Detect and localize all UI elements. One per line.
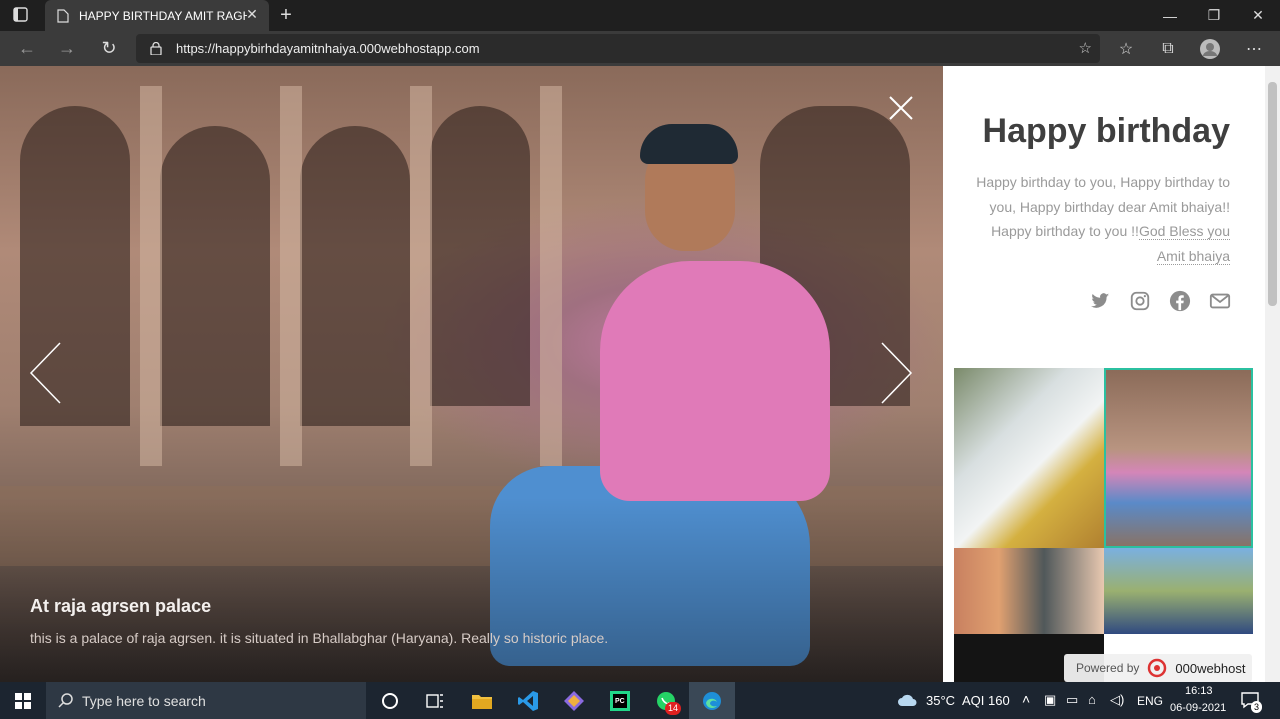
tray-overflow-icon[interactable]: ˄ (1022, 691, 1030, 707)
refresh-icon[interactable]: ↻ (94, 31, 124, 66)
clock-time[interactable]: 16:13 (1185, 685, 1213, 697)
profile-avatar[interactable] (1196, 35, 1224, 63)
search-icon (58, 693, 73, 708)
slide-description: this is a palace of raja agrsen. it is s… (30, 630, 609, 646)
tab-close-icon[interactable]: ✕ (245, 7, 259, 21)
clock-date[interactable]: 06-09-2021 (1170, 702, 1226, 714)
next-slide-icon[interactable] (878, 341, 914, 405)
previous-slide-icon[interactable] (28, 341, 64, 405)
whatsapp-badge: 14 (665, 702, 682, 715)
task-view-icon[interactable] (412, 682, 458, 719)
maximize-icon[interactable]: ❐ (1192, 0, 1236, 31)
address-bar-row: ← → ↻ https://happybirhdayamitnhaiya.000… (0, 31, 1280, 66)
favorites-icon[interactable]: ☆ (1112, 35, 1140, 63)
whatsapp-icon[interactable]: 14 (643, 682, 689, 719)
slide-title: At raja agrsen palace (30, 596, 212, 616)
social-links (1089, 290, 1231, 312)
thumbnail-2[interactable] (1104, 368, 1253, 548)
facebook-icon[interactable] (1169, 290, 1191, 312)
collections-icon[interactable]: ⧉ (1154, 35, 1182, 63)
weather-cloud-icon[interactable] (897, 692, 919, 708)
sidebar-link[interactable]: God Bless you Amit bhaiya (1138, 223, 1230, 265)
scrollbar-thumb[interactable] (1268, 82, 1277, 306)
window-close-icon[interactable]: ✕ (1236, 0, 1280, 31)
back-icon[interactable]: ← (12, 31, 42, 66)
svg-text:PC: PC (615, 698, 625, 705)
tray-app-icon[interactable]: ▣ (1044, 692, 1056, 708)
weather-aqi[interactable]: AQI 160 (962, 693, 1010, 708)
search-placeholder: Type here to search (82, 692, 206, 709)
battery-icon[interactable]: ▭ (1066, 692, 1078, 708)
network-icon[interactable]: ⌂ (1088, 692, 1096, 707)
weather-temp[interactable]: 35°C (926, 693, 955, 708)
email-icon[interactable] (1209, 290, 1231, 312)
windows-taskbar: Type here to search PC 14 35°C AQI 160 ˄… (0, 682, 1280, 719)
sidebar: Happy birthday Happy birthday to you, Ha… (943, 66, 1265, 682)
volume-icon[interactable]: ◁) (1110, 692, 1124, 708)
thumbnail-4[interactable] (1104, 548, 1253, 634)
taskbar-search[interactable]: Type here to search (46, 682, 366, 719)
powered-by-badge[interactable]: Powered by 000webhost (1064, 654, 1252, 682)
edge-browser-icon[interactable] (689, 682, 735, 719)
forward-icon[interactable]: → (52, 31, 82, 66)
new-tab-icon[interactable]: + (276, 4, 296, 26)
powered-by-label: Powered by (1076, 661, 1140, 675)
page-scrollbar[interactable] (1265, 66, 1280, 682)
vscode-icon[interactable] (505, 682, 551, 719)
sidebar-text: Happy birthday to you, Happy birthday to… (960, 170, 1230, 268)
instagram-icon[interactable] (1129, 290, 1151, 312)
pycharm-icon[interactable]: PC (597, 682, 643, 719)
page-icon (57, 8, 69, 23)
git-kraken-icon[interactable] (551, 682, 597, 719)
lock-icon (150, 42, 162, 55)
browser-tab[interactable]: HAPPY BIRTHDAY AMIT RAGHAV ✕ (45, 0, 269, 31)
close-slide-icon[interactable] (886, 93, 916, 123)
tab-title: HAPPY BIRTHDAY AMIT RAGHAV (79, 8, 247, 23)
thumbnail-1[interactable] (954, 368, 1104, 548)
powered-by-brand: 000webhost (1175, 660, 1246, 676)
notification-count: 3 (1251, 701, 1263, 713)
thumbnail-3[interactable] (954, 548, 1104, 634)
windows-start-icon[interactable] (0, 682, 46, 719)
tab-actions-icon[interactable] (10, 6, 32, 24)
slide-image: At raja agrsen palace this is a palace o… (0, 66, 943, 682)
browser-tab-bar: HAPPY BIRTHDAY AMIT RAGHAV ✕ + — ❐ ✕ (0, 0, 1280, 31)
web-page: At raja agrsen palace this is a palace o… (0, 66, 1280, 682)
000webhost-logo-icon (1148, 658, 1167, 678)
language-indicator[interactable]: ENG (1137, 694, 1163, 708)
address-field[interactable]: https://happybirhdayamitnhaiya.000webhos… (136, 34, 1100, 63)
add-favorite-icon[interactable]: ☆ (1079, 39, 1092, 57)
more-options-icon[interactable]: ⋯ (1240, 35, 1268, 63)
file-explorer-icon[interactable] (459, 682, 505, 719)
minimize-icon[interactable]: — (1148, 0, 1192, 31)
thumbnail-gallery (954, 368, 1253, 682)
twitter-icon[interactable] (1089, 290, 1111, 312)
cortana-icon[interactable] (367, 682, 413, 719)
url-text: https://happybirhdayamitnhaiya.000webhos… (176, 41, 480, 56)
sidebar-heading: Happy birthday (982, 112, 1230, 150)
